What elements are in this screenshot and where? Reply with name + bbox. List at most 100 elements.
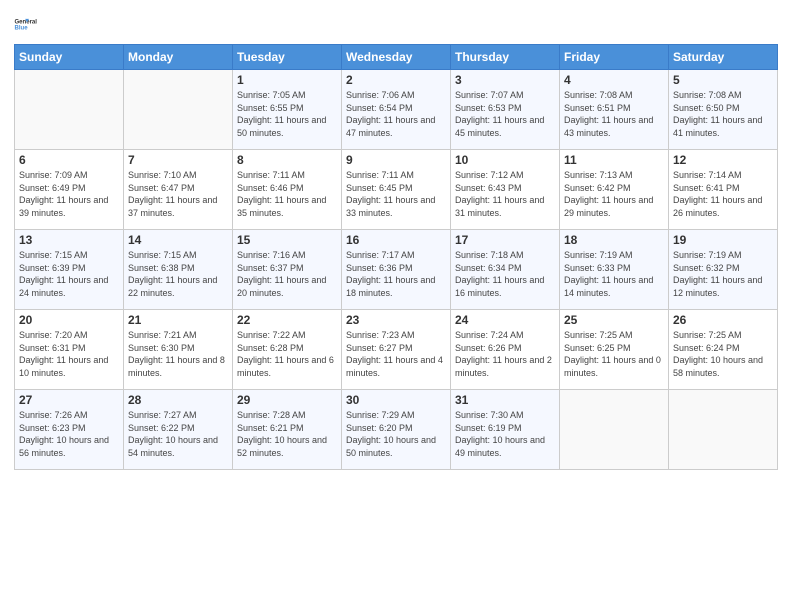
day-number: 25 xyxy=(564,313,664,327)
day-number: 20 xyxy=(19,313,119,327)
day-info: Sunrise: 7:25 AMSunset: 6:25 PMDaylight:… xyxy=(564,329,664,379)
day-info: Sunrise: 7:13 AMSunset: 6:42 PMDaylight:… xyxy=(564,169,664,219)
day-info: Sunrise: 7:21 AMSunset: 6:30 PMDaylight:… xyxy=(128,329,228,379)
day-cell: 21Sunrise: 7:21 AMSunset: 6:30 PMDayligh… xyxy=(124,310,233,390)
day-cell: 25 Sunrise: 7:25 AMSunset: 6:25 PMDayligh… xyxy=(560,310,669,390)
day-number: 17 xyxy=(455,233,555,247)
day-number: 23 xyxy=(346,313,446,327)
day-info: Sunrise: 7:15 AMSunset: 6:38 PMDaylight:… xyxy=(128,249,228,299)
day-info: Sunrise: 7:05 AMSunset: 6:55 PMDaylight:… xyxy=(237,89,337,139)
day-cell: 3 Sunrise: 7:07 AMSunset: 6:53 PMDaylight… xyxy=(451,70,560,150)
day-cell: 10 Sunrise: 7:12 AMSunset: 6:43 PMDayligh… xyxy=(451,150,560,230)
day-info: Sunrise: 7:19 AMSunset: 6:33 PMDaylight:… xyxy=(564,249,664,299)
day-cell: 15Sunrise: 7:16 AMSunset: 6:37 PMDayligh… xyxy=(233,230,342,310)
day-number: 16 xyxy=(346,233,446,247)
day-info: Sunrise: 7:17 AMSunset: 6:36 PMDaylight:… xyxy=(346,249,446,299)
day-cell: 16 Sunrise: 7:17 AMSunset: 6:36 PMDayligh… xyxy=(342,230,451,310)
day-info: Sunrise: 7:20 AMSunset: 6:31 PMDaylight:… xyxy=(19,329,119,379)
day-info: Sunrise: 7:09 AMSunset: 6:49 PMDaylight:… xyxy=(19,169,119,219)
day-cell: 13Sunrise: 7:15 AMSunset: 6:39 PMDayligh… xyxy=(15,230,124,310)
weekday-header-tuesday: Tuesday xyxy=(233,45,342,70)
week-row-5: 27Sunrise: 7:26 AMSunset: 6:23 PMDayligh… xyxy=(15,390,778,470)
day-info: Sunrise: 7:22 AMSunset: 6:28 PMDaylight:… xyxy=(237,329,337,379)
day-number: 31 xyxy=(455,393,555,407)
day-cell: 19 Sunrise: 7:19 AMSunset: 6:32 PMDayligh… xyxy=(669,230,778,310)
logo: General Blue xyxy=(14,10,42,38)
day-number: 11 xyxy=(564,153,664,167)
day-number: 24 xyxy=(455,313,555,327)
weekday-header-wednesday: Wednesday xyxy=(342,45,451,70)
day-info: Sunrise: 7:18 AMSunset: 6:34 PMDaylight:… xyxy=(455,249,555,299)
day-info: Sunrise: 7:08 AMSunset: 6:51 PMDaylight:… xyxy=(564,89,664,139)
day-cell: 11 Sunrise: 7:13 AMSunset: 6:42 PMDayligh… xyxy=(560,150,669,230)
day-number: 9 xyxy=(346,153,446,167)
day-number: 10 xyxy=(455,153,555,167)
day-info: Sunrise: 7:26 AMSunset: 6:23 PMDaylight:… xyxy=(19,409,119,459)
day-number: 5 xyxy=(673,73,773,87)
day-number: 7 xyxy=(128,153,228,167)
day-number: 19 xyxy=(673,233,773,247)
week-row-1: 1 Sunrise: 7:05 AMSunset: 6:55 PMDaylight… xyxy=(15,70,778,150)
day-info: Sunrise: 7:29 AMSunset: 6:20 PMDaylight:… xyxy=(346,409,446,459)
day-number: 18 xyxy=(564,233,664,247)
day-cell xyxy=(669,390,778,470)
calendar-table: SundayMondayTuesdayWednesdayThursdayFrid… xyxy=(14,44,778,470)
day-number: 13 xyxy=(19,233,119,247)
day-number: 29 xyxy=(237,393,337,407)
day-cell: 23Sunrise: 7:23 AMSunset: 6:27 PMDayligh… xyxy=(342,310,451,390)
day-info: Sunrise: 7:11 AMSunset: 6:46 PMDaylight:… xyxy=(237,169,337,219)
day-cell: 26Sunrise: 7:25 AMSunset: 6:24 PMDayligh… xyxy=(669,310,778,390)
day-number: 30 xyxy=(346,393,446,407)
day-info: Sunrise: 7:10 AMSunset: 6:47 PMDaylight:… xyxy=(128,169,228,219)
day-cell: 6 Sunrise: 7:09 AMSunset: 6:49 PMDaylight… xyxy=(15,150,124,230)
week-row-3: 13Sunrise: 7:15 AMSunset: 6:39 PMDayligh… xyxy=(15,230,778,310)
day-cell: 7 Sunrise: 7:10 AMSunset: 6:47 PMDaylight… xyxy=(124,150,233,230)
weekday-header-sunday: Sunday xyxy=(15,45,124,70)
day-cell: 29 Sunrise: 7:28 AMSunset: 6:21 PMDayligh… xyxy=(233,390,342,470)
day-number: 22 xyxy=(237,313,337,327)
day-cell: 18 Sunrise: 7:19 AMSunset: 6:33 PMDayligh… xyxy=(560,230,669,310)
day-cell: 24 Sunrise: 7:24 AMSunset: 6:26 PMDayligh… xyxy=(451,310,560,390)
day-info: Sunrise: 7:07 AMSunset: 6:53 PMDaylight:… xyxy=(455,89,555,139)
day-cell: 31 Sunrise: 7:30 AMSunset: 6:19 PMDayligh… xyxy=(451,390,560,470)
day-cell: 27Sunrise: 7:26 AMSunset: 6:23 PMDayligh… xyxy=(15,390,124,470)
day-cell: 8 Sunrise: 7:11 AMSunset: 6:46 PMDaylight… xyxy=(233,150,342,230)
week-row-4: 20 Sunrise: 7:20 AMSunset: 6:31 PMDayligh… xyxy=(15,310,778,390)
header: General Blue xyxy=(14,10,778,38)
day-info: Sunrise: 7:14 AMSunset: 6:41 PMDaylight:… xyxy=(673,169,773,219)
day-cell: 4 Sunrise: 7:08 AMSunset: 6:51 PMDaylight… xyxy=(560,70,669,150)
day-cell: 28Sunrise: 7:27 AMSunset: 6:22 PMDayligh… xyxy=(124,390,233,470)
day-number: 4 xyxy=(564,73,664,87)
day-number: 26 xyxy=(673,313,773,327)
day-cell: 9 Sunrise: 7:11 AMSunset: 6:45 PMDaylight… xyxy=(342,150,451,230)
day-cell: 2Sunrise: 7:06 AMSunset: 6:54 PMDaylight… xyxy=(342,70,451,150)
day-cell: 14 Sunrise: 7:15 AMSunset: 6:38 PMDayligh… xyxy=(124,230,233,310)
logo-icon: General Blue xyxy=(14,10,42,38)
day-number: 12 xyxy=(673,153,773,167)
day-number: 1 xyxy=(237,73,337,87)
day-cell xyxy=(15,70,124,150)
day-info: Sunrise: 7:19 AMSunset: 6:32 PMDaylight:… xyxy=(673,249,773,299)
day-info: Sunrise: 7:06 AMSunset: 6:54 PMDaylight:… xyxy=(346,89,446,139)
day-info: Sunrise: 7:28 AMSunset: 6:21 PMDaylight:… xyxy=(237,409,337,459)
day-info: Sunrise: 7:24 AMSunset: 6:26 PMDaylight:… xyxy=(455,329,555,379)
day-info: Sunrise: 7:08 AMSunset: 6:50 PMDaylight:… xyxy=(673,89,773,139)
day-cell: 17 Sunrise: 7:18 AMSunset: 6:34 PMDayligh… xyxy=(451,230,560,310)
weekday-header-saturday: Saturday xyxy=(669,45,778,70)
day-number: 8 xyxy=(237,153,337,167)
day-cell: 5 Sunrise: 7:08 AMSunset: 6:50 PMDaylight… xyxy=(669,70,778,150)
weekday-header-thursday: Thursday xyxy=(451,45,560,70)
day-number: 3 xyxy=(455,73,555,87)
day-cell: 20 Sunrise: 7:20 AMSunset: 6:31 PMDayligh… xyxy=(15,310,124,390)
svg-text:General: General xyxy=(14,20,37,26)
day-info: Sunrise: 7:16 AMSunset: 6:37 PMDaylight:… xyxy=(237,249,337,299)
page-container: General Blue SundayMondayTuesdayWednesda… xyxy=(0,0,792,612)
day-info: Sunrise: 7:12 AMSunset: 6:43 PMDaylight:… xyxy=(455,169,555,219)
day-number: 14 xyxy=(128,233,228,247)
day-info: Sunrise: 7:11 AMSunset: 6:45 PMDaylight:… xyxy=(346,169,446,219)
day-cell: 22 Sunrise: 7:22 AMSunset: 6:28 PMDayligh… xyxy=(233,310,342,390)
day-number: 6 xyxy=(19,153,119,167)
day-info: Sunrise: 7:30 AMSunset: 6:19 PMDaylight:… xyxy=(455,409,555,459)
day-cell: 30 Sunrise: 7:29 AMSunset: 6:20 PMDayligh… xyxy=(342,390,451,470)
weekday-header-friday: Friday xyxy=(560,45,669,70)
